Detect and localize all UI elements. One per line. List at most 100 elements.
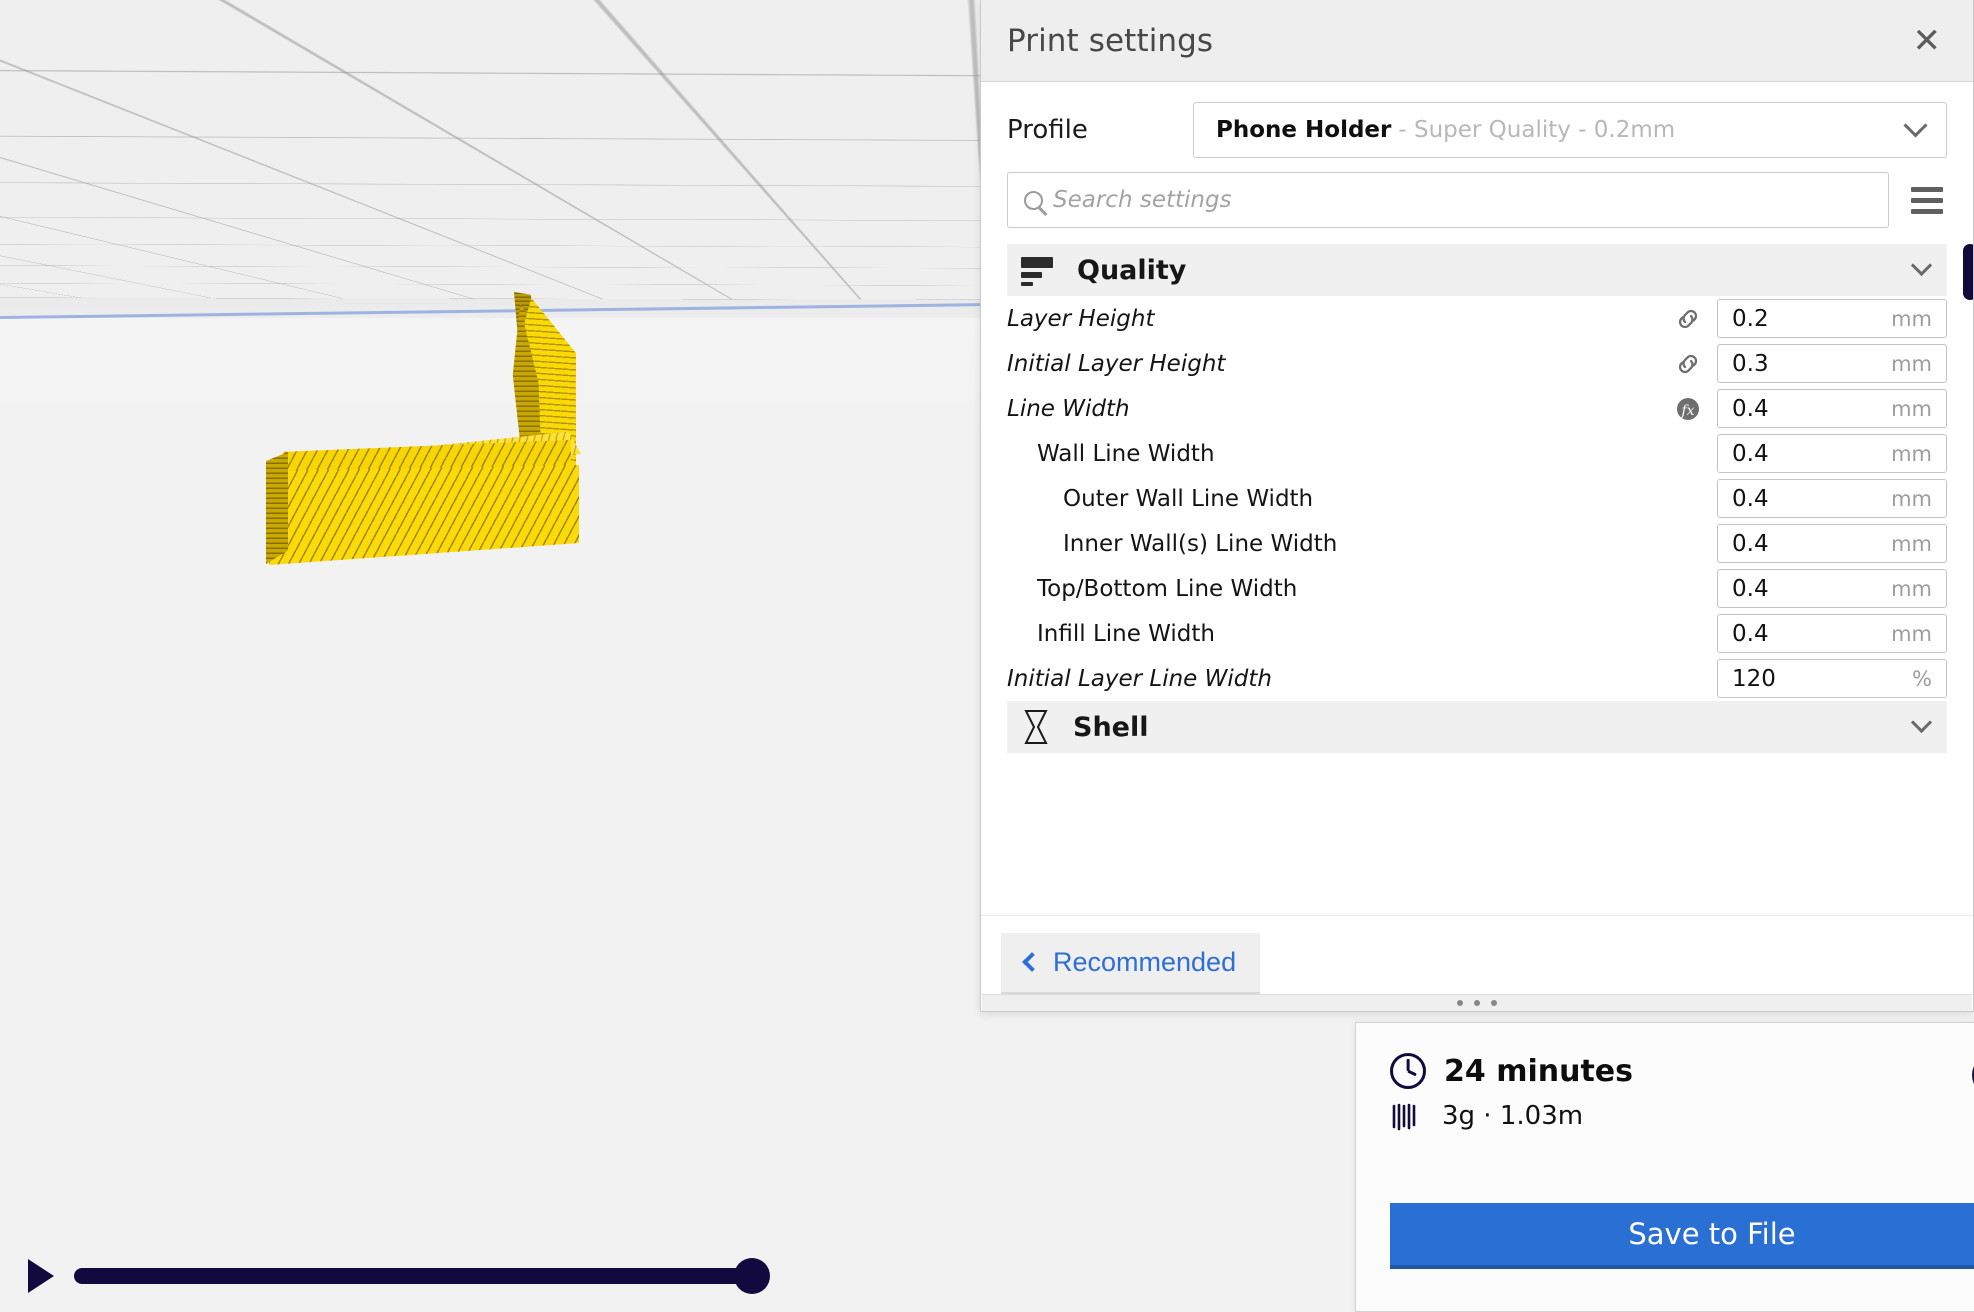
dialog-body: Profile Phone Holder - Super Quality - 0…	[981, 82, 1973, 915]
menu-bar-3	[1911, 208, 1943, 214]
profile-label: Profile	[1007, 115, 1088, 145]
setting-unit: mm	[1891, 576, 1932, 601]
model-base-left-face	[266, 452, 288, 564]
setting-unit: mm	[1891, 351, 1932, 376]
setting-label: Inner Wall(s) Line Width	[1063, 530, 1338, 557]
print-time-row: 24 minutes	[1390, 1053, 1960, 1089]
setting-unit: mm	[1891, 621, 1932, 646]
search-icon	[1024, 190, 1043, 210]
setting-label: Initial Layer Height	[1007, 350, 1226, 377]
setting-unit: mm	[1891, 531, 1932, 556]
sliced-model-phone-holder[interactable]	[255, 280, 605, 600]
profile-suffix: - Super Quality - 0.2mm	[1398, 117, 1676, 143]
print-settings-dialog: Print settings ✕ Profile Phone Holder - …	[980, 0, 1974, 1012]
menu-bar-1	[1911, 186, 1943, 192]
handle-dot-1	[1457, 1000, 1463, 1006]
setting-unit: mm	[1891, 486, 1932, 511]
setting-label: Infill Line Width	[1037, 620, 1216, 647]
setting-value: 0.4	[1732, 440, 1769, 467]
profile-dropdown[interactable]: Phone Holder - Super Quality - 0.2mm	[1193, 102, 1947, 158]
profile-row: Profile Phone Holder - Super Quality - 0…	[981, 82, 1973, 172]
clock-icon	[1390, 1053, 1426, 1089]
menu-bar-2	[1911, 197, 1943, 203]
setting-value-input[interactable]: 0.2 mm	[1717, 299, 1947, 338]
play-icon[interactable]	[28, 1259, 54, 1293]
setting-row: Initial Layer Height 0.3 mm	[1007, 341, 1947, 386]
print-time-value: 24 minutes	[1444, 1053, 1633, 1089]
chevron-down-icon	[1910, 711, 1933, 733]
link-icon[interactable]	[1673, 304, 1703, 334]
material-value: 3g · 1.03m	[1442, 1101, 1584, 1131]
setting-value: 0.4	[1732, 620, 1769, 647]
setting-value: 0.4	[1732, 530, 1769, 557]
setting-label: Wall Line Width	[1037, 440, 1215, 467]
setting-label: Outer Wall Line Width	[1063, 485, 1314, 512]
formula-icon[interactable]: fx	[1673, 394, 1703, 424]
shell-icon	[1021, 709, 1051, 745]
handle-dot-2	[1474, 1000, 1480, 1006]
setting-unit: %	[1912, 666, 1932, 691]
close-icon[interactable]: ✕	[1907, 20, 1948, 62]
hamburger-menu-icon[interactable]	[1907, 180, 1947, 220]
settings-scrollbar-thumb[interactable]	[1963, 244, 1973, 300]
setting-value-input[interactable]: 0.3 mm	[1717, 344, 1947, 383]
setting-row: Inner Wall(s) Line Width 0.4 mm	[1007, 521, 1947, 566]
setting-value-input[interactable]: 0.4 mm	[1717, 614, 1947, 653]
settings-scroll-area[interactable]: Quality Layer Height 0.2 mm Initial Layer He…	[981, 244, 1973, 915]
setting-value-input[interactable]: 0.4 mm	[1717, 389, 1947, 428]
category-header-quality[interactable]: Quality	[1007, 244, 1947, 296]
chevron-left-icon	[1022, 952, 1042, 972]
setting-value-input[interactable]: 120%	[1717, 659, 1947, 698]
link-icon[interactable]	[1673, 349, 1703, 379]
setting-row: Line Width fx 0.4 mm	[1007, 386, 1947, 431]
setting-unit: mm	[1891, 306, 1932, 331]
setting-value-input[interactable]: 0.4 mm	[1717, 569, 1947, 608]
setting-value-input[interactable]: 0.4 mm	[1717, 524, 1947, 563]
setting-label: Layer Height	[1007, 305, 1155, 332]
setting-value: 0.3	[1732, 350, 1769, 377]
layer-view-slider-bar[interactable]	[0, 1240, 1000, 1312]
layer-slider-handle[interactable]	[734, 1258, 770, 1294]
setting-value-input[interactable]: 0.4 mm	[1717, 479, 1947, 518]
setting-unit: mm	[1891, 441, 1932, 466]
search-row	[981, 172, 1973, 244]
handle-dot-3	[1491, 1000, 1497, 1006]
settings-list: Quality Layer Height 0.2 mm Initial Layer He…	[1007, 244, 1947, 753]
setting-row: Initial Layer Line Width 120%	[1007, 656, 1947, 701]
svg-text:fx: fx	[1680, 403, 1694, 419]
category-title: Shell	[1073, 711, 1149, 743]
setting-label: Top/Bottom Line Width	[1037, 575, 1298, 602]
setting-value: 0.4	[1732, 395, 1769, 422]
search-input[interactable]	[1053, 187, 1872, 213]
dialog-title: Print settings	[1007, 22, 1214, 59]
setting-label: Line Width	[1007, 395, 1130, 422]
setting-row: Infill Line Width 0.4 mm	[1007, 611, 1947, 656]
recommended-button[interactable]: Recommended	[1001, 932, 1261, 995]
chevron-down-icon	[1910, 254, 1933, 276]
setting-row: Wall Line Width 0.4 mm	[1007, 431, 1947, 476]
chevron-down-icon	[1903, 112, 1928, 138]
setting-row: Layer Height 0.2 mm	[1007, 296, 1947, 341]
setting-value-input[interactable]: 0.4 mm	[1717, 434, 1947, 473]
setting-unit: mm	[1891, 396, 1932, 421]
setting-value: 0.2	[1732, 305, 1769, 332]
layer-slider-track[interactable]	[74, 1258, 770, 1294]
search-settings-box[interactable]	[1007, 172, 1889, 228]
filament-icon	[1390, 1099, 1424, 1133]
category-header-shell[interactable]: Shell	[1007, 701, 1947, 753]
print-job-card: 24 minutes 3g · 1.03m i Save to File	[1355, 1022, 1974, 1312]
category-title: Quality	[1077, 254, 1187, 286]
save-to-file-button[interactable]: Save to File	[1390, 1203, 1974, 1269]
recommended-label: Recommended	[1053, 946, 1237, 977]
dialog-resize-handle[interactable]	[982, 994, 1972, 1011]
model-base-front-face	[269, 465, 579, 565]
profile-name: Phone Holder	[1216, 117, 1392, 143]
quality-layers-icon	[1021, 255, 1055, 286]
setting-row: Top/Bottom Line Width 0.4 mm	[1007, 566, 1947, 611]
dialog-header: Print settings ✕	[981, 0, 1973, 82]
setting-row: Outer Wall Line Width 0.4 mm	[1007, 476, 1947, 521]
material-row: 3g · 1.03m	[1390, 1099, 1960, 1133]
setting-value: 0.4	[1732, 575, 1769, 602]
setting-value: 120	[1732, 665, 1776, 692]
setting-value: 0.4	[1732, 485, 1769, 512]
